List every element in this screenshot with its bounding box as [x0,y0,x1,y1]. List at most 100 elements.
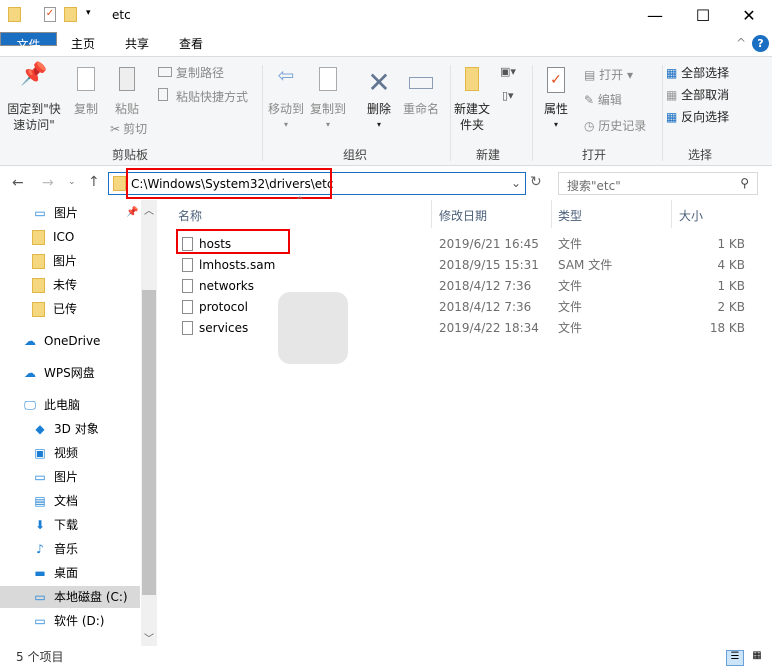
nav-item[interactable]: ▭ 软件 (D:) [0,610,140,632]
group-organize-label: 组织 [342,148,367,162]
nav-item[interactable]: ♪ 音乐 [0,538,140,560]
tab-file[interactable]: 文件 [0,32,57,52]
up-button[interactable]: ↑ [88,174,100,190]
minimize-button[interactable]: — [632,0,678,32]
collapse-ribbon-icon[interactable]: ^ [736,36,746,50]
divider [551,200,552,228]
copy-to-button[interactable]: 复制到 ▾ [308,67,348,133]
file-date: 2018/4/12 7:36 [439,279,532,293]
refresh-button[interactable]: ↻ [530,174,542,190]
file-size: 1 KB [717,237,745,251]
paste-button[interactable]: 粘贴 [110,67,144,117]
select-all-icon: ▦ [666,66,682,80]
tab-home[interactable]: 主页 [58,32,108,56]
back-button[interactable]: ← [12,175,24,191]
new-folder-button[interactable]: 新建文件夹 [452,67,492,133]
pin-quick-access-button[interactable]: 📌 固定到"快速访问" [6,64,62,133]
column-name[interactable]: 名称 [178,206,202,226]
nav-item[interactable]: 🖵 此电脑 [0,394,140,416]
nav-item[interactable]: ▤ 文档 [0,490,140,512]
maximize-button[interactable]: ☐ [680,0,726,32]
nav-item[interactable]: 图片 [0,250,140,272]
copy-button[interactable]: 复制 [66,67,106,117]
delete-button[interactable]: ✕ 删除 ▾ [362,67,396,133]
nav-item[interactable]: ICO [0,226,140,248]
file-row[interactable]: protocol 2018/4/12 7:36 文件 2 KB [160,297,760,318]
search-input[interactable]: 搜索"etc" ⚲ [558,172,758,195]
tab-view[interactable]: 查看 [166,32,216,56]
nav-item-label: WPS网盘 [44,366,95,380]
properties-button[interactable]: ✓ 属性 ▾ [536,67,576,133]
file-name: networks [199,279,254,293]
move-to-button[interactable]: ⇦ 移动到 ▾ [266,63,306,133]
nav-item[interactable]: ☁ WPS网盘 [0,362,140,384]
nav-item[interactable]: ▬ 桌面 [0,562,140,584]
tab-share[interactable]: 共享 [112,32,162,56]
nav-item-label: 音乐 [54,542,79,556]
history-button[interactable]: ◷ 历史记录 [584,118,646,134]
new-item-icon[interactable]: ▣▾ [500,65,516,78]
nav-item[interactable]: 已传 [0,298,140,320]
close-button[interactable]: ✕ [726,0,772,32]
file-size: 4 KB [717,258,745,272]
column-date[interactable]: 修改日期 [439,206,487,226]
customize-quick-access-icon[interactable]: ▾ [86,8,91,18]
easy-access-icon[interactable]: ▯▾ [502,89,514,102]
file-row[interactable]: lmhosts.sam 2018/9/15 15:31 SAM 文件 4 KB [160,255,760,276]
forward-button[interactable]: → [42,175,54,191]
nav-item-label: 3D 对象 [54,422,99,436]
nav-scrollbar-thumb[interactable] [142,290,156,595]
nav-item[interactable]: ⬇ 下载 [0,514,140,536]
file-date: 2019/4/22 18:34 [439,321,539,335]
scissors-icon: ✂ [110,122,121,136]
nav-item-label: 图片 [54,470,79,484]
invert-selection-icon: ▦ [666,110,682,124]
divider [532,65,533,161]
scroll-down-icon[interactable]: ﹀ [144,630,154,645]
open-button[interactable]: ▤ 打开 ▾ [584,67,633,83]
nav-item[interactable]: ▭ 图片 [0,202,140,224]
computer-icon: 🖵 [24,398,36,412]
copy-path-icon [158,67,172,77]
recent-locations-button[interactable]: ⌄ [68,177,76,187]
new-folder-quick-icon[interactable] [64,7,77,22]
paste-shortcut-button[interactable]: 粘贴快捷方式 [158,88,248,105]
move-to-icon: ⇦ [277,63,295,87]
select-all-button[interactable]: ▦ 全部选择 [666,65,729,81]
select-none-button[interactable]: ▦ 全部取消 [666,87,729,103]
properties-quick-icon[interactable]: ✓ [44,7,56,22]
window-title: etc [112,8,131,22]
navigation-pane: ▭ 图片 ICO 图片 未传 已传 ☁ OneDrive ☁ WPS网盘 🖵 此电脑 ◆ 3D 对象 ▣ 视频… [0,200,158,646]
desktop-icon: ▬ [34,566,46,580]
help-icon[interactable]: ? [752,35,769,52]
history-icon: ◷ [584,119,599,133]
edit-button[interactable]: ✎ 编辑 [584,92,622,108]
column-size[interactable]: 大小 [679,206,703,226]
details-view-button[interactable]: ☰ [726,650,744,666]
rename-icon [400,67,442,101]
invert-selection-button[interactable]: ▦ 反向选择 [666,109,729,125]
nav-item[interactable]: 未传 [0,274,140,296]
nav-item[interactable]: ▭ 本地磁盘 (C:) [0,586,140,608]
nav-item-label: 文档 [54,494,79,508]
large-icons-view-button[interactable]: ▦ [748,650,766,666]
file-type: 文件 [558,237,583,251]
address-dropdown-icon[interactable]: ⌄ [511,176,521,190]
copy-path-button[interactable]: 复制路径 [158,65,224,81]
folder-icon [32,254,45,269]
file-row[interactable]: networks 2018/4/12 7:36 文件 1 KB [160,276,760,297]
scroll-up-icon[interactable]: ︿ [144,202,154,217]
file-row[interactable]: services 2019/4/22 18:34 文件 18 KB [160,318,760,339]
nav-item[interactable]: ▣ 视频 [0,442,140,464]
nav-item[interactable]: ◆ 3D 对象 [0,418,140,440]
nav-item[interactable]: ☁ OneDrive [0,330,140,352]
rename-button[interactable]: 重命名 [400,67,442,117]
folder-icon [113,176,126,191]
nav-item-label: 下载 [54,518,79,532]
folder-icon [32,278,45,293]
file-type: SAM 文件 [558,258,613,272]
cut-button[interactable]: ✂ 剪切 [110,121,147,137]
nav-item-label: 软件 (D:) [54,614,105,628]
column-type[interactable]: 类型 [558,206,582,226]
nav-item[interactable]: ▭ 图片 [0,466,140,488]
